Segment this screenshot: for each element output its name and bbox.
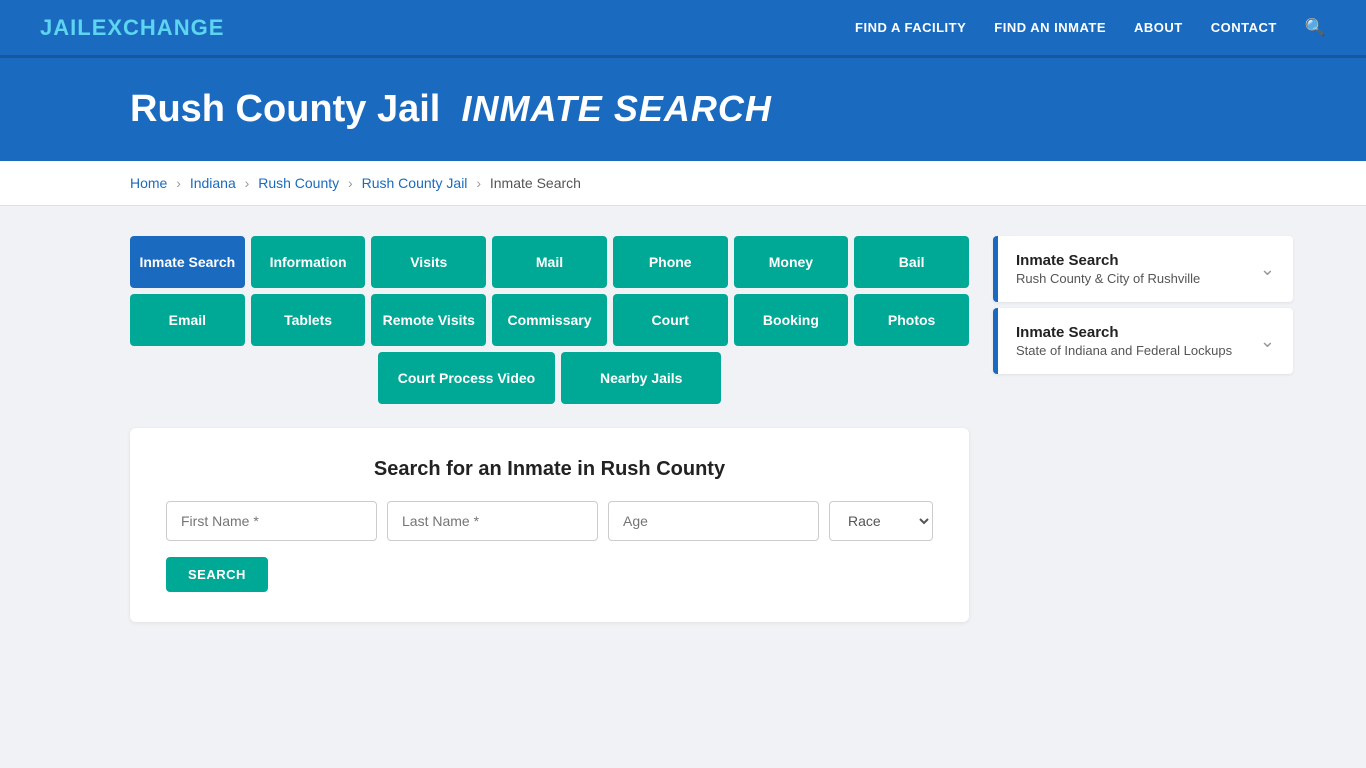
search-button[interactable]: SEARCH <box>166 557 268 592</box>
search-panel: Search for an Inmate in Rush County Race… <box>130 428 969 622</box>
nav-find-inmate[interactable]: FIND AN INMATE <box>994 20 1106 35</box>
nav-contact[interactable]: CONTACT <box>1211 20 1277 35</box>
nav-about[interactable]: ABOUT <box>1134 20 1183 35</box>
search-fields: Race White Black Hispanic Asian Other <box>166 501 933 541</box>
tab-phone[interactable]: Phone <box>613 236 728 288</box>
breadcrumb-home[interactable]: Home <box>130 175 167 191</box>
chevron-down-icon-2: ⌄ <box>1260 331 1275 352</box>
sidebar-card-1[interactable]: Inmate Search Rush County & City of Rush… <box>993 236 1293 302</box>
page-title: Rush County Jail INMATE SEARCH <box>130 88 1326 131</box>
tab-nearby-jails[interactable]: Nearby Jails <box>561 352 721 404</box>
hero-title-main: Rush County Jail <box>130 88 440 130</box>
hero-section: Rush County Jail INMATE SEARCH <box>0 58 1366 161</box>
sidebar-card-2-title: Inmate Search <box>1016 324 1232 341</box>
nav-links: FIND A FACILITY FIND AN INMATE ABOUT CON… <box>855 18 1326 38</box>
sidebar-card-1-text: Inmate Search Rush County & City of Rush… <box>1016 252 1200 286</box>
tab-court[interactable]: Court <box>613 294 728 346</box>
nav-find-facility[interactable]: FIND A FACILITY <box>855 20 966 35</box>
breadcrumb-sep-2: › <box>245 175 250 191</box>
age-input[interactable] <box>608 501 819 541</box>
search-icon[interactable]: 🔍 <box>1305 18 1326 38</box>
right-sidebar: Inmate Search Rush County & City of Rush… <box>993 236 1293 380</box>
first-name-input[interactable] <box>166 501 377 541</box>
last-name-input[interactable] <box>387 501 598 541</box>
breadcrumb-sep-3: › <box>348 175 353 191</box>
search-title: Search for an Inmate in Rush County <box>166 458 933 481</box>
breadcrumb-sep-4: › <box>476 175 481 191</box>
left-column: Inmate Search Information Visits Mail Ph… <box>130 236 969 622</box>
sidebar-card-2[interactable]: Inmate Search State of Indiana and Feder… <box>993 308 1293 374</box>
sidebar-card-1-subtitle: Rush County & City of Rushville <box>1016 271 1200 286</box>
tab-inmate-search[interactable]: Inmate Search <box>130 236 245 288</box>
sidebar-card-2-text: Inmate Search State of Indiana and Feder… <box>1016 324 1232 358</box>
breadcrumb-current: Inmate Search <box>490 175 581 191</box>
tab-photos[interactable]: Photos <box>854 294 969 346</box>
logo-exchange: EXCHANGE <box>92 15 225 40</box>
breadcrumb: Home › Indiana › Rush County › Rush Coun… <box>0 161 1366 206</box>
tab-remote-visits[interactable]: Remote Visits <box>371 294 486 346</box>
breadcrumb-rush-county-jail[interactable]: Rush County Jail <box>362 175 468 191</box>
tab-tablets[interactable]: Tablets <box>251 294 366 346</box>
navbar: JAILEXCHANGE FIND A FACILITY FIND AN INM… <box>0 0 1366 58</box>
tab-information[interactable]: Information <box>251 236 366 288</box>
breadcrumb-sep-1: › <box>176 175 181 191</box>
breadcrumb-indiana[interactable]: Indiana <box>190 175 236 191</box>
tab-visits[interactable]: Visits <box>371 236 486 288</box>
tabs-row-2: Email Tablets Remote Visits Commissary C… <box>130 294 969 346</box>
tab-bail[interactable]: Bail <box>854 236 969 288</box>
sidebar-card-2-subtitle: State of Indiana and Federal Lockups <box>1016 343 1232 358</box>
tab-court-process-video[interactable]: Court Process Video <box>378 352 555 404</box>
hero-title-italic: INMATE SEARCH <box>462 88 772 129</box>
tab-booking[interactable]: Booking <box>734 294 849 346</box>
tab-email[interactable]: Email <box>130 294 245 346</box>
tabs-row-3: Court Process Video Nearby Jails <box>130 352 969 404</box>
tab-mail[interactable]: Mail <box>492 236 607 288</box>
tab-commissary[interactable]: Commissary <box>492 294 607 346</box>
site-logo[interactable]: JAILEXCHANGE <box>40 15 224 41</box>
race-select[interactable]: Race White Black Hispanic Asian Other <box>829 501 933 541</box>
main-content: Inmate Search Information Visits Mail Ph… <box>0 206 1366 652</box>
chevron-down-icon-1: ⌄ <box>1260 259 1275 280</box>
tab-money[interactable]: Money <box>734 236 849 288</box>
logo-jail: JAIL <box>40 15 92 40</box>
breadcrumb-rush-county[interactable]: Rush County <box>258 175 339 191</box>
tabs-row-1: Inmate Search Information Visits Mail Ph… <box>130 236 969 288</box>
sidebar-card-1-title: Inmate Search <box>1016 252 1200 269</box>
